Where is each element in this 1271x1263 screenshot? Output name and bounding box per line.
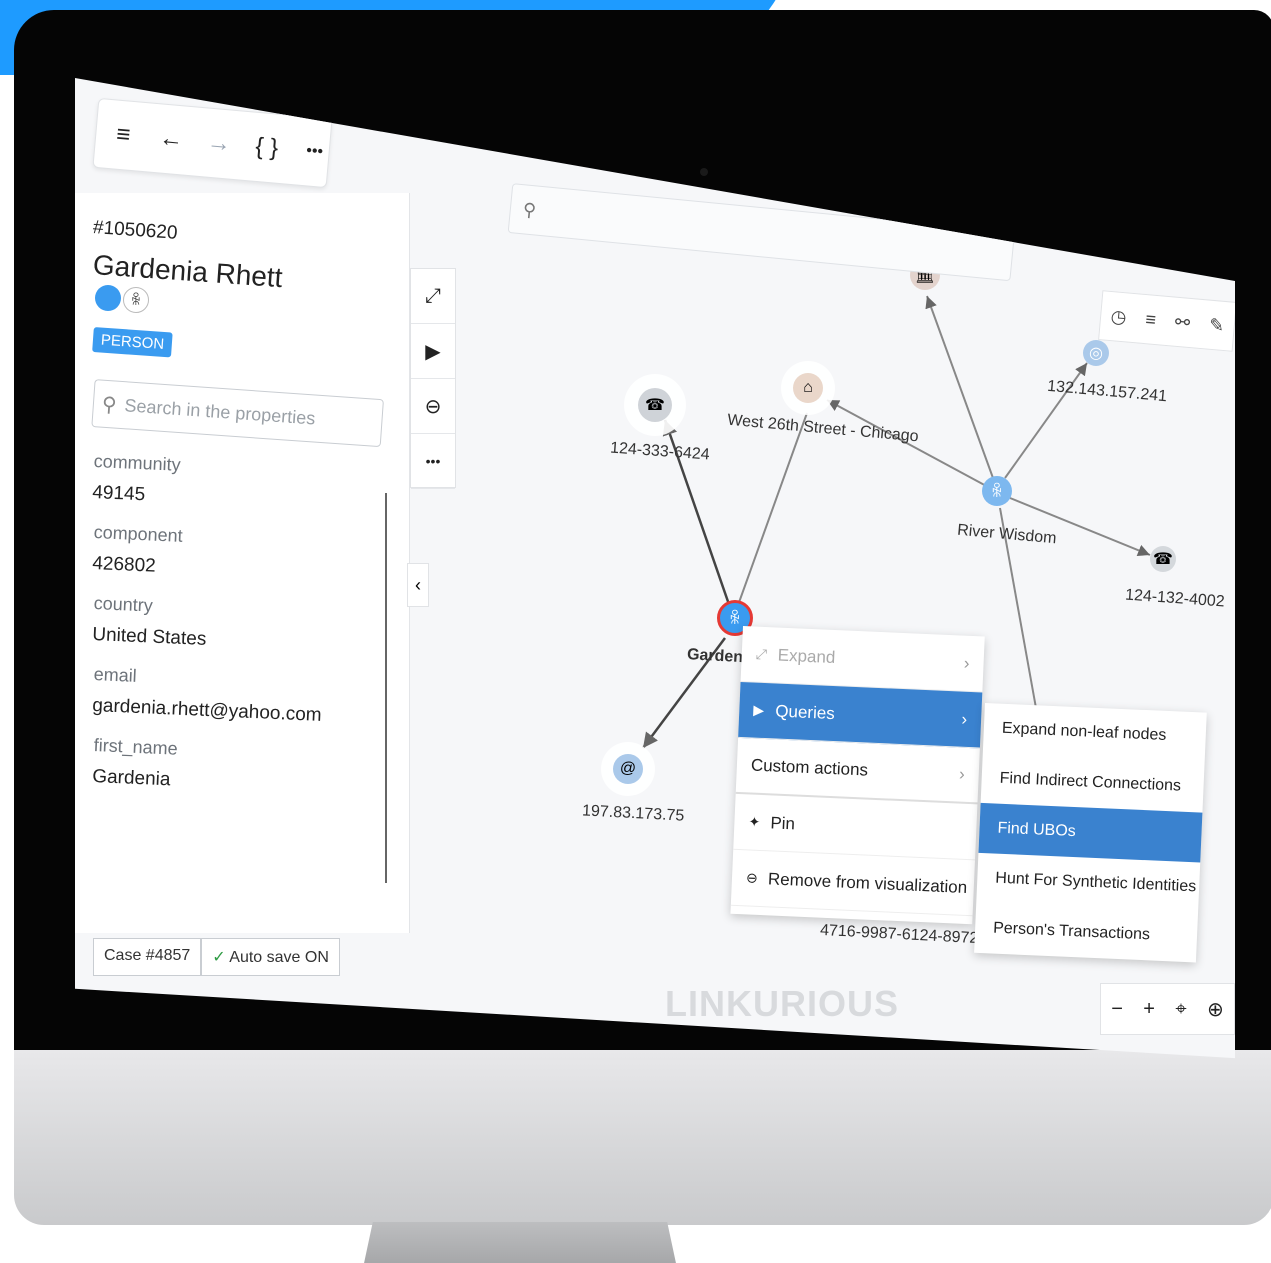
collapse-panel-button[interactable]: ‹ <box>407 563 429 607</box>
graph-tools: ◷ ≡ ⚯ ✎ <box>1098 290 1235 352</box>
menu-item-remove[interactable]: ⊖ Remove from visualization <box>730 849 975 917</box>
at-icon: @ <box>619 760 637 777</box>
property-label: component <box>93 522 184 546</box>
menu-icon[interactable]: ≡ <box>109 120 137 150</box>
queries-submenu: Expand non-leaf nodes Find Indirect Conn… <box>974 703 1207 963</box>
chevron-right-icon: › <box>963 653 971 673</box>
phone-icon: ☎ <box>645 397 665 414</box>
camera-dot <box>700 168 708 176</box>
category-badge[interactable]: PERSON <box>92 327 174 358</box>
remove-circle-icon: ⊖ <box>745 869 759 886</box>
person-icon: ꆜ <box>123 287 149 313</box>
properties-search-input[interactable] <box>123 394 355 432</box>
node-details-panel: #1050620 Gardenia Rhett ꆜ PERSON ⚲ commu… <box>75 193 410 933</box>
card-node-label: 4716-9987-6124-8972 <box>819 921 979 948</box>
back-arrow-icon[interactable]: ← <box>157 124 185 154</box>
monitor-chin <box>14 1050 1271 1225</box>
pin-icon: ✦ <box>748 813 761 830</box>
zoom-in-icon[interactable]: + <box>1143 998 1155 1021</box>
zoom-out-icon[interactable]: − <box>1111 998 1123 1021</box>
chevron-right-icon: › <box>961 709 968 729</box>
node-id: #1050620 <box>92 217 179 244</box>
person-icon: ꆜ <box>728 611 742 628</box>
play-icon[interactable]: ▶ <box>411 324 455 379</box>
properties-search[interactable]: ⚲ <box>91 379 384 448</box>
property-country: country United States <box>92 593 384 659</box>
ip-icon: ◎ <box>1089 345 1103 362</box>
ip-node[interactable]: ◎ <box>1083 340 1109 366</box>
chevron-right-icon: › <box>958 764 966 784</box>
forward-arrow-icon[interactable]: → <box>205 128 233 158</box>
address-node-label: West 26th Street - Chicago <box>726 411 920 446</box>
search-icon: ⚲ <box>522 198 538 220</box>
property-label: community <box>93 451 182 475</box>
json-braces-icon[interactable]: { } <box>253 133 281 163</box>
globe-icon[interactable]: ⊕ <box>1207 997 1224 1022</box>
properties-list: community 49145 component 426802 country… <box>92 451 384 806</box>
menu-item-label: Remove from visualization <box>767 868 968 897</box>
phone-node-1-label: 124-333-6424 <box>609 439 711 464</box>
address-node[interactable]: ⌂ <box>793 373 823 403</box>
menu-item-custom-actions[interactable]: Custom actions › <box>735 737 980 805</box>
case-label[interactable]: Case #4857 <box>93 938 202 976</box>
property-value: 426802 <box>91 552 157 577</box>
menu-item-label: Custom actions <box>750 755 869 780</box>
menu-item-label: Pin <box>770 812 796 833</box>
brush-icon[interactable]: ✎ <box>1208 314 1225 336</box>
expand-icon: ⤢ <box>755 645 768 663</box>
person-icon: ꆜ <box>990 484 1004 501</box>
autosave-indicator: ✓ Auto save ON <box>201 938 340 976</box>
property-email: email gardenia.rhett@yahoo.com <box>92 664 384 730</box>
phone-icon: ☎ <box>1153 551 1173 568</box>
locate-icon[interactable]: ⌖ <box>1175 998 1186 1021</box>
property-value: gardenia.rhett@yahoo.com <box>91 694 323 726</box>
play-icon: ▶ <box>753 701 765 718</box>
submenu-item[interactable]: Person's Transactions <box>974 903 1198 963</box>
monitor-stand <box>360 1222 680 1263</box>
property-first-name: first_name Gardenia <box>92 735 384 801</box>
timeline-clock-icon[interactable]: ◷ <box>1110 306 1127 328</box>
phone-node-2-label: 124-132-4002 <box>1124 586 1226 611</box>
category-color-dot <box>95 285 121 311</box>
edge-gardenia-address <box>736 412 808 609</box>
panel-scrollbar[interactable] <box>385 493 387 883</box>
home-icon: ⌂ <box>803 379 813 396</box>
search-icon: ⚲ <box>101 393 118 417</box>
menu-item-label: Expand <box>777 645 836 667</box>
property-value: Gardenia <box>91 765 171 791</box>
zoom-controls: − + ⌖ ⊕ <box>1100 983 1235 1035</box>
menu-item-queries[interactable]: ▶ Queries › <box>738 681 983 749</box>
remove-circle-icon[interactable]: ⊖ <box>411 379 455 434</box>
filter-icon[interactable]: ≡ <box>1145 309 1157 331</box>
ip-node-label: 132.143.157.241 <box>1046 377 1168 406</box>
edge-river-phone2 <box>1009 497 1151 557</box>
more-icon[interactable]: ••• <box>301 142 328 162</box>
property-label: email <box>93 664 138 686</box>
property-value: United States <box>91 623 207 650</box>
email-node-label: 197.83.173.75 <box>581 802 685 825</box>
layout-icon[interactable]: ⚯ <box>1174 311 1191 333</box>
linkurious-watermark: LINKURIOUS <box>665 983 899 1024</box>
edge-river-bank <box>925 295 994 479</box>
phone-node-1[interactable]: ☎ <box>638 388 672 422</box>
menu-item-expand[interactable]: ⤢ Expand › <box>740 626 985 693</box>
check-circle-icon: ✓ <box>212 949 226 966</box>
context-menu: ⤢ Expand › ▶ Queries › Custom actions › … <box>730 626 985 925</box>
property-value: 49145 <box>91 481 146 506</box>
river-wisdom-node[interactable]: ꆜ <box>982 476 1012 506</box>
more-icon[interactable]: ••• <box>411 434 455 489</box>
menu-item-label: Queries <box>774 701 836 723</box>
property-community: community 49145 <box>92 451 384 517</box>
status-bar: Case #4857 ✓ Auto save ON <box>93 938 340 976</box>
node-actions-strip: ⤢ ▶ ⊖ ••• <box>410 268 456 489</box>
property-component: component 426802 <box>92 522 384 588</box>
node-name: Gardenia Rhett <box>91 249 284 294</box>
autosave-label: Auto save ON <box>229 949 329 966</box>
menu-item-pin[interactable]: ✦ Pin <box>733 793 978 861</box>
property-label: first_name <box>93 735 179 759</box>
email-node[interactable]: @ <box>613 754 643 784</box>
phone-node-2[interactable]: ☎ <box>1150 546 1176 572</box>
expand-icon[interactable]: ⤢ <box>411 269 455 324</box>
property-label: country <box>93 593 154 616</box>
